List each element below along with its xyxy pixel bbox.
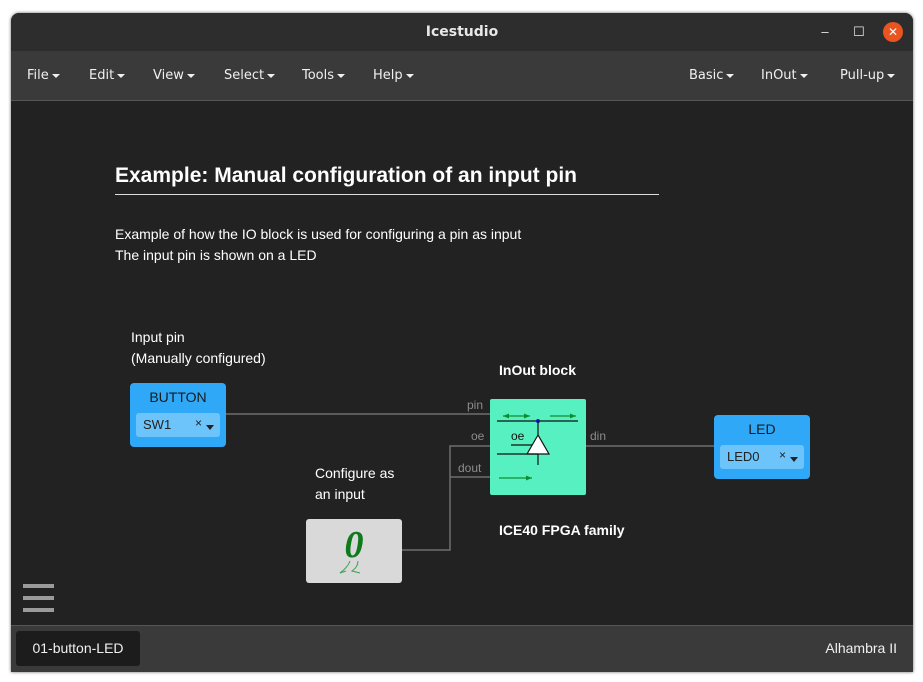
chevron-down-icon bbox=[726, 73, 735, 78]
menu-pull-up-label: Pull-up bbox=[840, 68, 885, 83]
led-pin-value: LED0 bbox=[727, 449, 760, 464]
menu-edit[interactable]: Edit bbox=[89, 68, 126, 83]
menu-pull-up[interactable]: Pull-up bbox=[840, 68, 896, 83]
design-canvas[interactable]: Example: Manual configuration of an inpu… bbox=[11, 102, 913, 625]
configure-sublabel: an input bbox=[315, 486, 365, 502]
tristate-buffer-icon: oe bbox=[497, 413, 578, 481]
chevron-down-icon bbox=[405, 73, 414, 78]
menu-inout[interactable]: InOut bbox=[761, 68, 808, 83]
clear-icon[interactable]: × bbox=[779, 448, 786, 462]
clear-icon[interactable]: × bbox=[195, 416, 202, 430]
led-pin-select[interactable]: LED0 × bbox=[720, 445, 804, 469]
window-title: Icestudio bbox=[425, 24, 499, 40]
button-pin-value: SW1 bbox=[143, 417, 172, 432]
chevron-down-icon bbox=[186, 73, 195, 78]
inout-block-title: InOut block bbox=[499, 362, 576, 378]
app-window: Icestudio – ☐ ✕ File Edit View Select To… bbox=[11, 13, 913, 672]
button-input-block[interactable]: BUTTON SW1 × bbox=[130, 383, 226, 447]
maximize-button[interactable]: ☐ bbox=[849, 22, 869, 42]
constant-zero-block[interactable]: 0 bbox=[306, 519, 402, 583]
inner-oe-label: oe bbox=[511, 429, 525, 443]
led-output-block[interactable]: LED LED0 × bbox=[714, 415, 810, 479]
input-pin-label: Input pin bbox=[131, 329, 185, 345]
button-pin-select[interactable]: SW1 × bbox=[136, 413, 220, 437]
menu-edit-label: Edit bbox=[89, 68, 115, 83]
input-pin-sublabel: (Manually configured) bbox=[131, 350, 266, 366]
button-block-name: BUTTON bbox=[149, 389, 207, 405]
file-tab[interactable]: 01-button-LED bbox=[16, 631, 140, 666]
menu-file[interactable]: File bbox=[27, 68, 60, 83]
configure-label: Configure as bbox=[315, 465, 395, 481]
chevron-down-icon[interactable] bbox=[206, 425, 214, 430]
menu-tools[interactable]: Tools bbox=[302, 68, 346, 83]
menu-bar: File Edit View Select Tools Help Basic I… bbox=[11, 51, 913, 101]
menu-select-label: Select bbox=[224, 68, 265, 83]
menu-view[interactable]: View bbox=[153, 68, 195, 83]
menu-basic-label: Basic bbox=[689, 68, 724, 83]
title-bar: Icestudio – ☐ ✕ bbox=[11, 13, 913, 51]
menu-tools-label: Tools bbox=[302, 68, 335, 83]
chevron-down-icon bbox=[799, 73, 808, 78]
inout-block[interactable]: oe bbox=[490, 399, 586, 495]
menu-basic[interactable]: Basic bbox=[689, 68, 735, 83]
menu-help-label: Help bbox=[373, 68, 403, 83]
chevron-down-icon bbox=[337, 73, 346, 78]
fpga-family-label: ICE40 FPGA family bbox=[499, 522, 625, 538]
chevron-down-icon bbox=[51, 73, 60, 78]
led-block-name: LED bbox=[748, 421, 776, 437]
port-dout-label: dout bbox=[458, 461, 482, 475]
menu-select[interactable]: Select bbox=[224, 68, 276, 83]
menu-view-label: View bbox=[153, 68, 184, 83]
chevron-down-icon bbox=[887, 73, 896, 78]
menu-inout-label: InOut bbox=[761, 68, 797, 83]
constant-bit-icon: 0 bbox=[339, 524, 364, 574]
port-oe-label: oe bbox=[471, 429, 485, 443]
port-din-label: din bbox=[590, 429, 607, 443]
chevron-down-icon bbox=[267, 73, 276, 78]
hamburger-menu-icon[interactable] bbox=[23, 584, 54, 612]
port-pin-label: pin bbox=[467, 398, 484, 412]
board-selector[interactable]: Alhambra II bbox=[825, 640, 897, 656]
menu-help[interactable]: Help bbox=[373, 68, 414, 83]
chevron-down-icon[interactable] bbox=[790, 457, 798, 462]
constant-value: 0 bbox=[345, 524, 364, 566]
status-bar: 01-button-LED Alhambra II bbox=[11, 625, 913, 672]
close-button[interactable]: ✕ bbox=[883, 22, 903, 42]
chevron-down-icon bbox=[117, 73, 126, 78]
minimize-button[interactable]: – bbox=[815, 22, 835, 42]
menu-file-label: File bbox=[27, 68, 49, 83]
